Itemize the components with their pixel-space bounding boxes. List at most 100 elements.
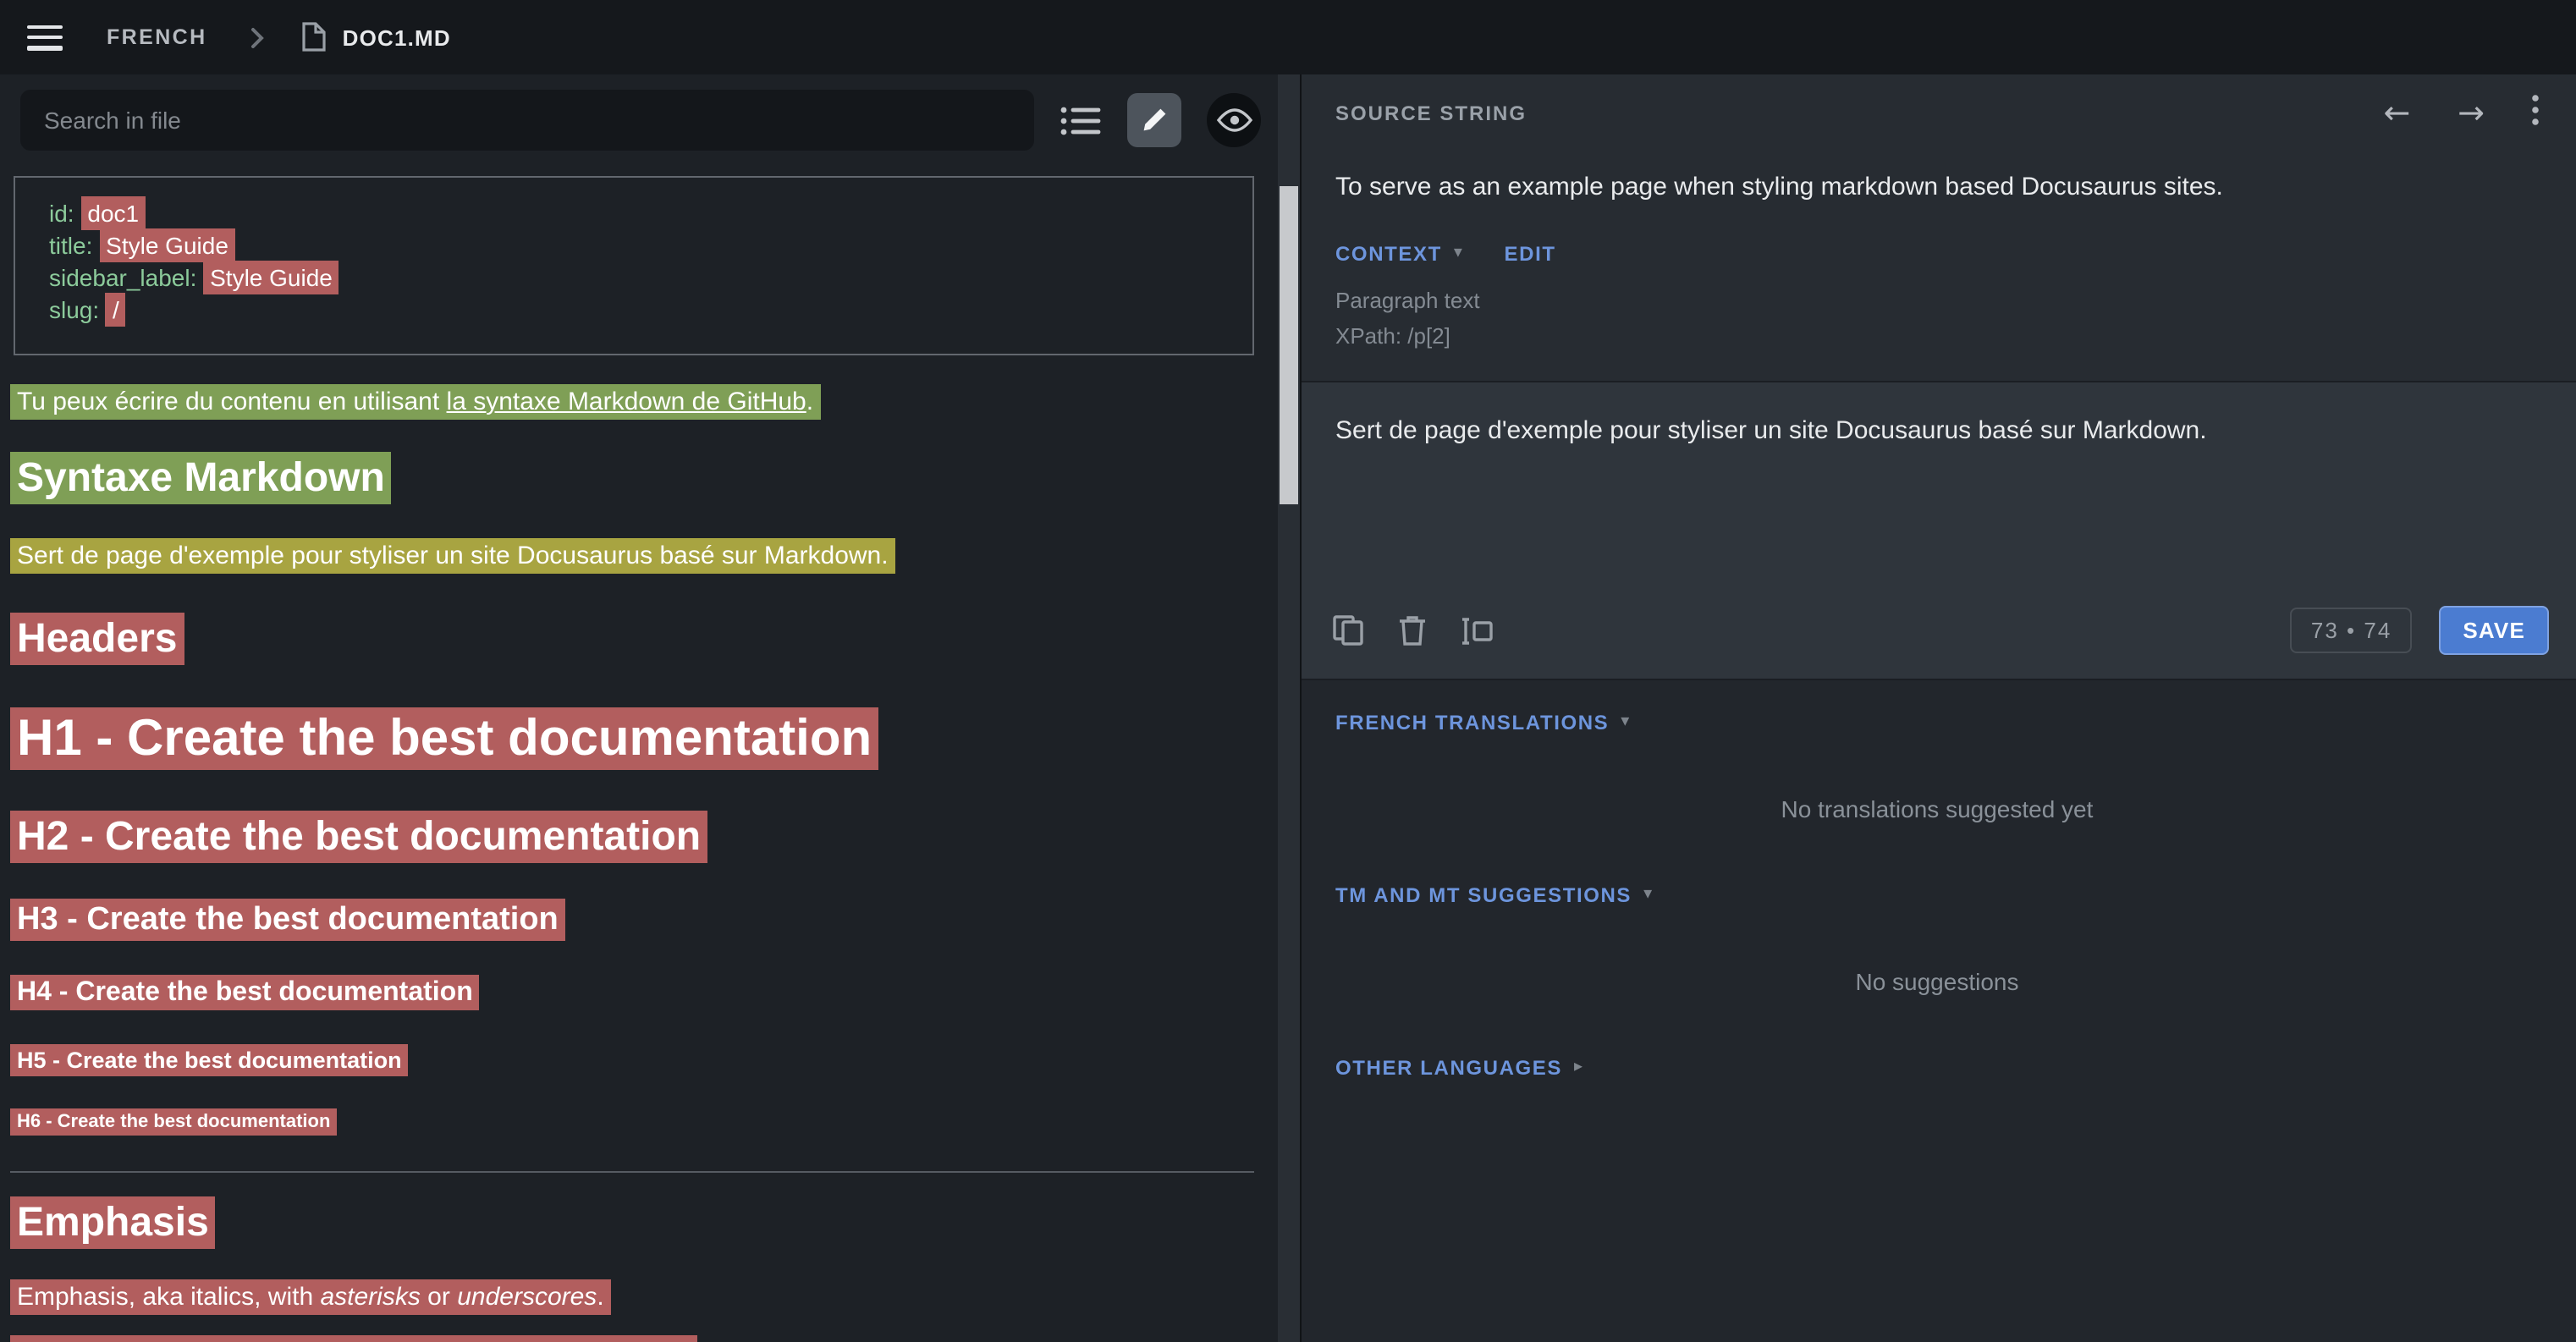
emphasis-text: or xyxy=(421,1283,457,1312)
string-h1[interactable]: H1 - Create the best documentation xyxy=(10,707,878,770)
string-h2-headers[interactable]: Headers xyxy=(10,613,184,665)
string-emphasis[interactable]: Emphasis, aka italics, with asterisks or… xyxy=(10,1279,611,1315)
text-selection-button[interactable] xyxy=(1461,615,1494,646)
intro-text-start: Tu peux écrire du contenu en utilisant xyxy=(17,388,447,416)
emphasis-italic: asterisks xyxy=(320,1283,420,1312)
breadcrumb-project[interactable]: FRENCH xyxy=(107,25,207,49)
main-area: id: doc1 title: Style Guide sidebar_labe… xyxy=(0,74,2576,1342)
clear-translation-button[interactable] xyxy=(1398,614,1427,646)
app-root: FRENCH DOC1.MD id xyxy=(0,0,2576,1342)
doc-intro-paragraph: Tu peux écrire du contenu en utilisant l… xyxy=(10,384,1258,420)
save-button[interactable]: SAVE xyxy=(2439,606,2549,655)
doc-h1-line: H1 - Create the best documentation xyxy=(10,707,1258,772)
frontmatter-line: id: doc1 xyxy=(49,198,1232,230)
string-h2[interactable]: H2 - Create the best documentation xyxy=(10,811,707,863)
string-h5[interactable]: H5 - Create the best documentation xyxy=(10,1044,409,1076)
preview-mode-button[interactable] xyxy=(1207,93,1261,147)
context-details: Paragraph text XPath: /p[2] xyxy=(1335,283,2539,354)
string-selected[interactable]: Sert de page d'exemple pour styliser un … xyxy=(10,538,895,574)
doc-h5-line: H5 - Create the best documentation xyxy=(10,1044,1258,1076)
string-list-button[interactable] xyxy=(1060,104,1102,136)
context-type: Paragraph text xyxy=(1335,283,2539,318)
edit-label: EDIT xyxy=(1505,242,1556,266)
pencil-icon xyxy=(1141,107,1168,134)
frontmatter-key: title: xyxy=(49,232,92,259)
more-options-button[interactable] xyxy=(2532,94,2539,133)
text-cursor-icon xyxy=(1461,615,1494,646)
string-nav-actions: ← → xyxy=(2383,94,2539,133)
context-xpath: XPath: /p[2] xyxy=(1335,318,2539,354)
doc-selected-paragraph: Sert de page d'exemple pour styliser un … xyxy=(10,538,1258,574)
other-languages-toggle[interactable]: OTHER LANGUAGES ▸ xyxy=(1335,1056,1584,1080)
translation-panel: SOURCE STRING ← → To serve as an example… xyxy=(1300,74,2576,1342)
string-h2-emphasis[interactable]: Emphasis xyxy=(10,1196,216,1249)
strong-text: or xyxy=(494,1339,531,1342)
menu-icon[interactable] xyxy=(27,25,63,50)
translation-input[interactable]: Sert de page d'exemple pour styliser un … xyxy=(1302,382,2576,445)
caret-down-icon: ▾ xyxy=(1643,887,1654,904)
frontmatter-key: id: xyxy=(49,200,74,227)
search-input[interactable] xyxy=(20,90,1034,151)
document-panel: id: doc1 title: Style Guide sidebar_labe… xyxy=(0,74,1278,1342)
string-h4[interactable]: H4 - Create the best documentation xyxy=(10,975,480,1010)
translation-toolbar: 73 • 74 SAVE xyxy=(1302,586,2576,679)
file-icon xyxy=(302,22,328,52)
suggestions-section: FRENCH TRANSLATIONS ▾ No translations su… xyxy=(1302,679,2576,1342)
string-frontmatter-id[interactable]: doc1 xyxy=(80,196,146,230)
document-preview: id: doc1 title: Style Guide sidebar_labe… xyxy=(0,166,1278,1342)
string-h3[interactable]: H3 - Create the best documentation xyxy=(10,899,565,941)
source-text: To serve as an example page when styling… xyxy=(1335,173,2539,201)
context-label: CONTEXT xyxy=(1335,242,1442,266)
intro-text-end: . xyxy=(806,388,813,416)
source-header: SOURCE STRING ← → xyxy=(1335,74,2539,152)
list-icon xyxy=(1060,104,1102,136)
string-strong[interactable]: Strong emphasis, aka bold, with asterisk… xyxy=(10,1335,697,1342)
frontmatter-block: id: doc1 title: Style Guide sidebar_labe… xyxy=(14,176,1254,355)
previous-string-button[interactable]: ← xyxy=(2383,97,2410,129)
char-counter: 73 • 74 xyxy=(2291,608,2412,653)
frontmatter-key: sidebar_label: xyxy=(49,264,196,291)
intro-link[interactable]: la syntaxe Markdown de GitHub xyxy=(447,388,806,416)
emphasis-text: . xyxy=(597,1283,603,1312)
copy-source-button[interactable] xyxy=(1332,614,1364,646)
no-translations-message: No translations suggested yet xyxy=(1335,795,2539,822)
document-scrollbar[interactable] xyxy=(1278,74,1300,1342)
string-h2-markdown[interactable]: Syntaxe Markdown xyxy=(10,452,392,504)
string-frontmatter-title[interactable]: Style Guide xyxy=(99,228,235,262)
doc-h2-line: H2 - Create the best documentation xyxy=(10,811,1258,863)
context-row: CONTEXT ▾ EDIT xyxy=(1335,242,2539,266)
source-section: SOURCE STRING ← → To serve as an example… xyxy=(1302,74,2576,381)
string-h6[interactable]: H6 - Create the best documentation xyxy=(10,1108,337,1136)
caret-down-icon: ▾ xyxy=(1454,245,1464,262)
emphasis-italic: underscores xyxy=(457,1283,597,1312)
french-translations-toggle[interactable]: FRENCH TRANSLATIONS ▾ xyxy=(1335,711,1631,734)
frontmatter-key: slug: xyxy=(49,296,99,323)
arrow-left-icon: ← xyxy=(2383,94,2410,131)
string-frontmatter-sidebar-label[interactable]: Style Guide xyxy=(203,261,339,294)
breadcrumb-file[interactable]: DOC1.MD xyxy=(302,22,451,52)
file-toolbar xyxy=(0,74,1278,166)
doc-divider xyxy=(10,1171,1254,1173)
copy-icon xyxy=(1332,614,1364,646)
no-suggestions-message: No suggestions xyxy=(1335,968,2539,995)
string-intro[interactable]: Tu peux écrire du contenu en utilisant l… xyxy=(10,384,820,420)
context-toggle[interactable]: CONTEXT ▾ xyxy=(1335,242,1464,266)
eye-icon xyxy=(1216,108,1252,132)
string-frontmatter-slug[interactable]: / xyxy=(106,293,126,327)
doc-h4-line: H4 - Create the best documentation xyxy=(10,975,1258,1012)
tm-mt-suggestions-toggle[interactable]: TM AND MT SUGGESTIONS ▾ xyxy=(1335,883,1654,907)
translation-editor: Sert de page d'exemple pour styliser un … xyxy=(1302,381,2576,679)
doc-h6-line: H6 - Create the best documentation xyxy=(10,1108,1258,1136)
next-string-button[interactable]: → xyxy=(2458,97,2485,129)
doc-heading-emphasis: Emphasis xyxy=(10,1196,1258,1249)
tm-mt-label: TM AND MT SUGGESTIONS xyxy=(1335,883,1632,907)
edit-mode-button[interactable] xyxy=(1127,93,1181,147)
scrollbar-thumb[interactable] xyxy=(1280,186,1298,504)
chevron-right-icon xyxy=(251,26,265,48)
kebab-menu-icon xyxy=(2532,94,2539,124)
trash-icon xyxy=(1398,614,1427,646)
edit-context-button[interactable]: EDIT xyxy=(1505,242,1556,266)
strong-text: . xyxy=(683,1339,690,1342)
breadcrumb-file-label: DOC1.MD xyxy=(343,25,451,50)
doc-heading-markdown: Syntaxe Markdown xyxy=(10,452,1258,504)
